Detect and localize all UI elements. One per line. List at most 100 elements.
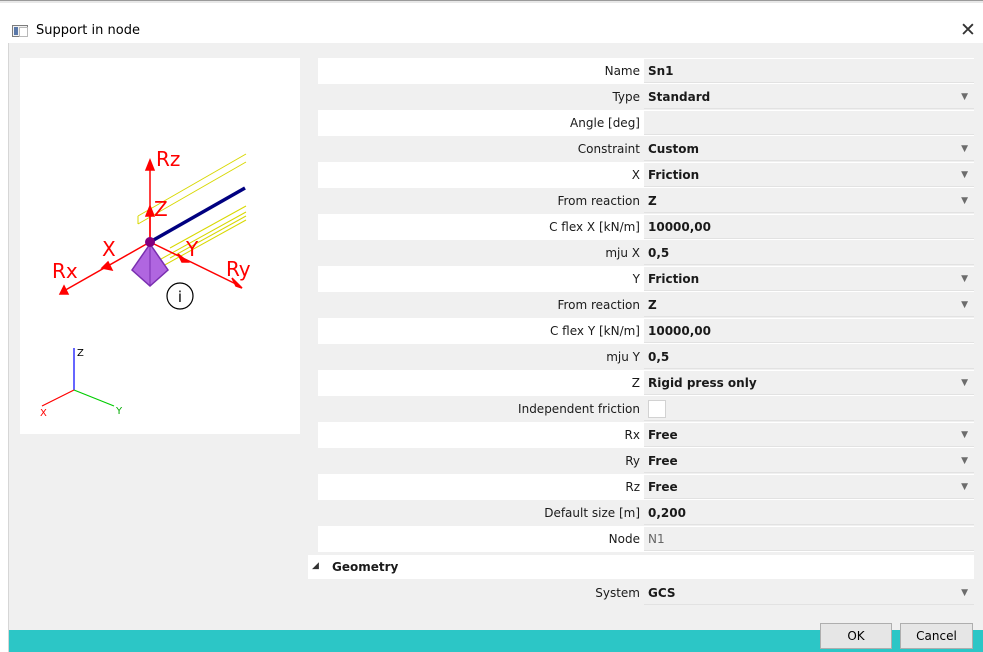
independent-friction-checkbox[interactable]	[648, 400, 666, 418]
property-value: Z	[648, 298, 657, 312]
triangle-collapse-icon[interactable]: ◢	[312, 561, 319, 571]
chevron-down-icon[interactable]: ▼	[961, 137, 968, 161]
property-row: X Friction ▼	[318, 162, 974, 188]
property-value: Free	[648, 428, 678, 442]
property-label: X	[631, 168, 640, 182]
property-field: N1	[644, 527, 974, 551]
axis-z-label: Z	[77, 348, 84, 359]
property-field[interactable]: Rigid press only ▼	[644, 371, 974, 395]
property-value: Rigid press only	[648, 376, 757, 390]
chevron-down-icon[interactable]: ▼	[961, 189, 968, 213]
property-field[interactable]: Sn1	[644, 59, 974, 83]
property-row: Default size [m] 0,200	[318, 500, 974, 526]
chevron-down-icon[interactable]: ▼	[961, 423, 968, 447]
geometry-section-header[interactable]: ◢ Geometry	[308, 555, 974, 579]
coordinate-axes-icon: Z X Y	[40, 348, 123, 419]
independent-friction-field[interactable]	[644, 397, 974, 421]
property-field[interactable]: Custom ▼	[644, 137, 974, 161]
property-field[interactable]: 0,5	[644, 345, 974, 369]
system-value: GCS	[648, 586, 676, 600]
property-row: From reaction Z ▼	[318, 292, 974, 318]
property-field[interactable]: 0,200	[644, 501, 974, 525]
property-label: Constraint	[577, 142, 640, 156]
property-value: Custom	[648, 142, 699, 156]
property-label: Node	[608, 532, 640, 546]
system-label: System	[595, 586, 640, 600]
info-icon-glyph: i	[178, 288, 182, 306]
property-label: Y	[632, 272, 640, 286]
property-row: Rz Free ▼	[318, 474, 974, 500]
property-value: 10000,00	[648, 324, 712, 338]
chevron-down-icon[interactable]: ▼	[961, 85, 968, 109]
window-app-icon	[12, 25, 28, 37]
property-value: N1	[648, 532, 665, 546]
chevron-down-icon[interactable]: ▼	[961, 449, 968, 473]
label-rz: Rz	[156, 147, 180, 171]
property-row: Y Friction ▼	[318, 266, 974, 292]
property-field[interactable]: 10000,00	[644, 319, 974, 343]
property-value: Sn1	[648, 64, 674, 78]
close-button[interactable]: ✕	[955, 17, 981, 43]
property-value: Free	[648, 480, 678, 494]
label-x: X	[102, 237, 116, 261]
property-label: From reaction	[557, 298, 640, 312]
property-label: C flex X [kN/m]	[549, 220, 640, 234]
property-label: Rz	[625, 480, 640, 494]
property-field[interactable]: Friction ▼	[644, 267, 974, 291]
property-row: Constraint Custom ▼	[318, 136, 974, 162]
property-label: Type	[612, 90, 640, 104]
x-arrowhead	[100, 260, 114, 272]
property-row: C flex X [kN/m] 10000,00	[318, 214, 974, 240]
property-value: 0,5	[648, 350, 670, 364]
property-field[interactable]	[644, 111, 974, 135]
property-field[interactable]: 10000,00	[644, 215, 974, 239]
property-label: Rx	[624, 428, 640, 442]
support-preview-panel: i Rz Z X Y Rx Ry Z X Y	[20, 58, 300, 434]
chevron-down-icon[interactable]: ▼	[961, 267, 968, 291]
chevron-down-icon[interactable]: ▼	[961, 371, 968, 395]
title-bar-border	[0, 1, 983, 3]
label-z: Z	[154, 197, 168, 221]
property-row: mju Y 0,5	[318, 344, 974, 370]
ok-button[interactable]: OK	[820, 623, 892, 649]
window-title: Support in node	[36, 23, 140, 38]
property-label: C flex Y [kN/m]	[549, 324, 640, 338]
chevron-down-icon[interactable]: ▼	[961, 581, 968, 605]
property-label: mju X	[605, 246, 640, 260]
title-bar: Support in node ✕	[0, 0, 983, 42]
property-field[interactable]: 0,5	[644, 241, 974, 265]
support-preview-graphic: i Rz Z X Y Rx Ry Z X Y	[40, 147, 251, 419]
property-row: Type Standard ▼	[318, 84, 974, 110]
property-field[interactable]: Free ▼	[644, 423, 974, 447]
property-value: Z	[648, 194, 657, 208]
property-row: Z Rigid press only ▼	[318, 370, 974, 396]
property-row: mju X 0,5	[318, 240, 974, 266]
property-field[interactable]: Z ▼	[644, 189, 974, 213]
window-left-edge	[0, 43, 9, 652]
property-row: Node N1	[318, 526, 974, 552]
property-field[interactable]: Free ▼	[644, 475, 974, 499]
cancel-button[interactable]: Cancel	[900, 623, 973, 649]
property-value: Friction	[648, 168, 700, 182]
property-row: Independent friction	[318, 396, 974, 422]
property-field[interactable]: Friction ▼	[644, 163, 974, 187]
chevron-down-icon[interactable]: ▼	[961, 475, 968, 499]
property-row: Rx Free ▼	[318, 422, 974, 448]
property-value: 0,5	[648, 246, 670, 260]
property-field[interactable]: Z ▼	[644, 293, 974, 317]
system-row: System GCS ▼	[318, 580, 974, 606]
support-pyramid-icon	[131, 237, 169, 288]
info-icon[interactable]: i	[166, 282, 194, 310]
label-rx: Rx	[52, 259, 78, 283]
property-field[interactable]: Free ▼	[644, 449, 974, 473]
system-field[interactable]: GCS ▼	[644, 581, 974, 605]
property-field[interactable]: Standard ▼	[644, 85, 974, 109]
property-label: Name	[604, 64, 640, 78]
property-value: 10000,00	[648, 220, 712, 234]
chevron-down-icon[interactable]: ▼	[961, 163, 968, 187]
property-label: Independent friction	[518, 402, 640, 416]
property-label: Angle [deg]	[570, 116, 640, 130]
chevron-down-icon[interactable]: ▼	[961, 293, 968, 317]
property-label: From reaction	[557, 194, 640, 208]
property-value: Friction	[648, 272, 700, 286]
